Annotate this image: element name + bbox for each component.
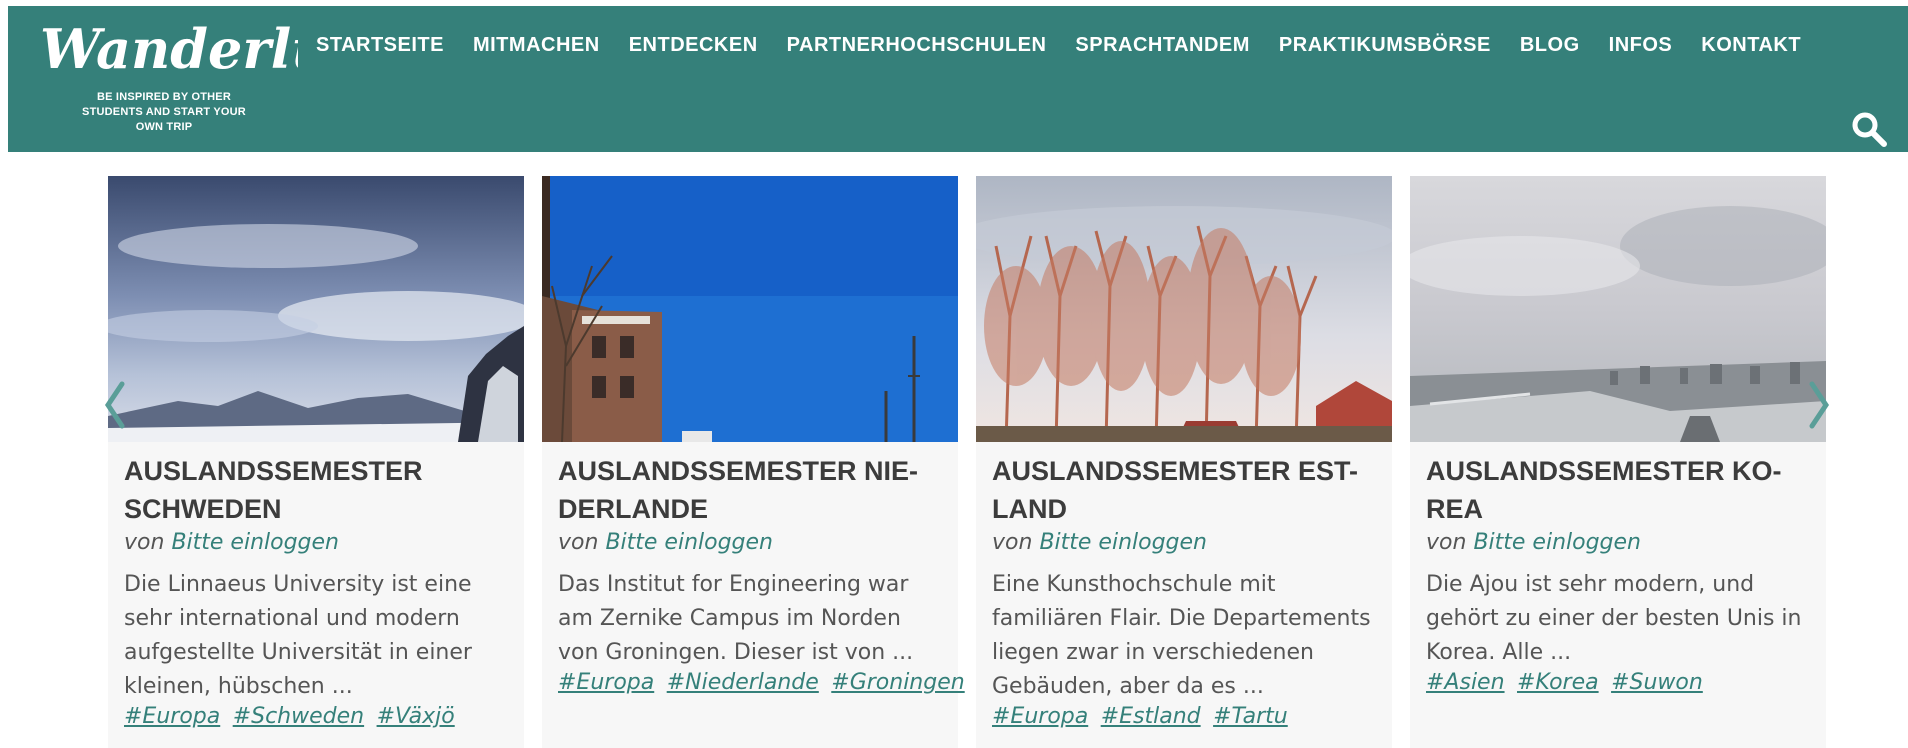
tag-link[interactable]: #Korea [1517,670,1599,695]
post-title-line: SCHWEDEN [124,494,282,524]
post-title-line: REA [1426,494,1484,524]
post-excerpt: Das Institut for Engineering war am Zern… [558,572,914,665]
main-nav: STARTSEITE MITMACHEN ENTDECKEN PARTNERHO… [316,34,1830,57]
post-image[interactable] [542,176,958,442]
post-image[interactable] [976,176,1392,442]
nav-item-praktikumsboerse[interactable]: PRAKTIKUMSBÖRSE [1279,34,1491,57]
nav-item-partnerhochschulen[interactable]: PARTNERHOCHSCHULEN [787,34,1047,57]
post-tags: #Asien #Korea #Suwon [1426,670,1711,695]
post-excerpt: Die Ajou ist sehr modern, und gehört zu … [1426,572,1802,665]
korea-city-image [1410,176,1826,442]
tag-link[interactable]: #Estland [1101,704,1201,729]
tag-link[interactable]: #Asien [1426,670,1505,695]
post-tags: #Europa #Schweden #Växjö [124,704,463,729]
post-title[interactable]: AUSLANDSSEMESTER SCHWEDEN [124,452,512,528]
tagline-line: BE INSPIRED BY OTHER [97,91,231,103]
nav-item-sprachtandem[interactable]: SPRACHTANDEM [1075,34,1250,57]
author-prefix: von [992,530,1033,555]
tag-link[interactable]: #Tartu [1213,704,1288,729]
search-button[interactable] [1850,110,1888,148]
site-header: Wanderlust BE INSPIRED BY OTHER STUDENTS… [8,6,1908,152]
tag-link[interactable]: #Niederlande [667,670,819,695]
post-title-line: LAND [992,494,1067,524]
post-carousel: AUSLANDSSEMESTER SCHWEDEN von Bitte einl… [108,176,1828,748]
tag-link[interactable]: #Suwon [1611,670,1703,695]
post-title-line: AUSLANDSSEMESTER [124,456,423,486]
nav-item-blog[interactable]: BLOG [1520,34,1580,57]
tag-link[interactable]: #Europa [124,704,220,729]
post-author: von Bitte einloggen [558,530,773,555]
post-title[interactable]: AUSLANDSSEMESTER EST- LAND [992,452,1380,528]
tagline-line: STUDENTS AND START YOUR [82,106,246,118]
tag-link[interactable]: #Groningen [831,670,964,695]
post-tags: #Europa #Estland #Tartu [992,704,1296,729]
logo-tagline: BE INSPIRED BY OTHER STUDENTS AND START … [64,90,264,135]
tag-link[interactable]: #Europa [992,704,1088,729]
nav-item-mitmachen[interactable]: MITMACHEN [473,34,600,57]
chevron-left-icon [104,381,125,429]
post-author: von Bitte einloggen [992,530,1207,555]
nav-item-kontakt[interactable]: KONTAKT [1701,34,1801,57]
author-prefix: von [124,530,165,555]
post-title-line: AUSLANDSSEMESTER EST- [992,456,1359,486]
post-image[interactable] [1410,176,1826,442]
carousel-next-button[interactable] [1808,380,1830,430]
nav-item-entdecken[interactable]: ENTDECKEN [629,34,758,57]
author-prefix: von [1426,530,1467,555]
wanderlust-logo[interactable]: Wanderlust BE INSPIRED BY OTHER STUDENTS… [38,12,308,142]
post-card-niederlande[interactable]: AUSLANDSSEMESTER NIE- DERLANDE von Bitte… [542,176,965,748]
tag-link[interactable]: #Schweden [233,704,364,729]
tag-link[interactable]: #Europa [558,670,654,695]
author-login-link[interactable]: Bitte einloggen [1473,530,1641,555]
netherlands-building-image [542,176,958,442]
post-card-estland[interactable]: AUSLANDSSEMESTER EST- LAND von Bitte ein… [976,176,1392,748]
author-login-link[interactable]: Bitte einloggen [1039,530,1207,555]
post-author: von Bitte einloggen [124,530,339,555]
nav-item-startseite[interactable]: STARTSEITE [316,34,444,57]
post-image[interactable] [108,176,524,442]
logo-text: Wanderlust [40,17,298,81]
estonia-trees-image [976,176,1392,442]
author-login-link[interactable]: Bitte einloggen [171,530,339,555]
post-card-korea[interactable]: AUSLANDSSEMESTER KO- REA von Bitte einlo… [1410,176,1826,748]
post-tags: #Europa #Niederlande #Groningen [558,670,973,695]
nav-item-infos[interactable]: INFOS [1609,34,1673,57]
sweden-landscape-image [108,176,524,442]
post-title-line: AUSLANDSSEMESTER NIE- [558,456,919,486]
author-login-link[interactable]: Bitte einloggen [605,530,773,555]
post-excerpt: Die Linnaeus University ist eine sehr in… [124,572,472,699]
post-author: von Bitte einloggen [1426,530,1641,555]
carousel-prev-button[interactable] [104,380,126,430]
post-title-line: AUSLANDSSEMESTER KO- [1426,456,1782,486]
chevron-right-icon [1809,381,1830,429]
search-icon [1852,112,1887,147]
post-title[interactable]: AUSLANDSSEMESTER NIE- DERLANDE [558,452,946,528]
post-title[interactable]: AUSLANDSSEMESTER KO- REA [1426,452,1814,528]
post-title-line: DERLANDE [558,494,709,524]
post-excerpt: Eine Kunsthochschule mit familiären Flai… [992,572,1371,699]
tagline-line: OWN TRIP [135,121,193,133]
author-prefix: von [558,530,599,555]
post-card-schweden[interactable]: AUSLANDSSEMESTER SCHWEDEN von Bitte einl… [108,176,524,748]
logo-script: Wanderlust [40,17,298,81]
tag-link[interactable]: #Växjö [377,704,455,729]
